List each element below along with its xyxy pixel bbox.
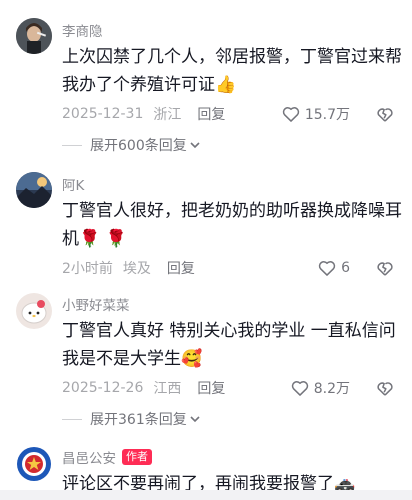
like-button[interactable]: 6: [317, 258, 350, 278]
reply-button[interactable]: 回复: [197, 104, 225, 124]
username[interactable]: 昌邑公安: [62, 447, 116, 467]
broken-heart-icon[interactable]: [374, 104, 396, 124]
comment-body: 丁警官人真好 特别关心我的学业 一直私信问我是不是大学生: [62, 321, 396, 369]
landscape-avatar-icon: [16, 172, 52, 208]
username[interactable]: 阿K: [62, 174, 84, 194]
police-badge-avatar-icon: [16, 446, 52, 482]
reply-button[interactable]: 回复: [167, 258, 195, 278]
like-count: 15.7万: [304, 107, 350, 123]
comment-text[interactable]: 丁警官人真好 特别关心我的学业 一直私信问我是不是大学生🥰: [62, 317, 407, 373]
bottom-bar: [0, 490, 412, 500]
broken-heart-icon[interactable]: [374, 378, 396, 398]
avatar[interactable]: [16, 18, 52, 54]
comment-location: 埃及: [122, 261, 151, 277]
heart-icon: [282, 107, 300, 122]
divider: [62, 418, 82, 420]
like-button[interactable]: 15.7万: [281, 104, 350, 124]
like-button[interactable]: 8.2万: [290, 378, 350, 398]
heart-icon: [291, 381, 308, 396]
reply-button[interactable]: 回复: [197, 378, 225, 398]
broken-heart-icon[interactable]: [374, 258, 396, 278]
chevron-down-icon: [190, 416, 200, 423]
user-row: 阿K: [62, 174, 84, 194]
comment-date: 2小时前: [62, 261, 113, 277]
avatar[interactable]: [16, 172, 52, 208]
smiling-face-emoji-icon: 🥰: [181, 349, 203, 369]
cartoon-cat-avatar-icon: [16, 293, 52, 329]
comment-meta: 2025-12-26 江西 回复: [62, 377, 402, 399]
comment-text[interactable]: 上次囚禁了几个人，邻居报警，丁警官过来帮我办了个养殖许可证👍: [62, 43, 407, 99]
user-row: 昌邑公安 作者: [62, 447, 152, 467]
thumbs-up-emoji-icon: 👍: [215, 75, 237, 95]
expand-replies-label: 展开361条回复: [90, 412, 187, 428]
avatar[interactable]: [16, 446, 52, 482]
user-row: 小野好菜菜: [62, 294, 130, 314]
person-avatar-icon: [16, 18, 52, 54]
comment-text[interactable]: 丁警官人很好，把老奶奶的助听器换成降噪耳机🌹 🌹: [62, 197, 407, 253]
comment-meta: 2025-12-31 浙江 回复: [62, 103, 402, 125]
divider: [62, 144, 82, 146]
comment-location: 江西: [153, 381, 182, 397]
comment-date: 2025-12-31: [62, 106, 144, 122]
username[interactable]: 小野好菜菜: [62, 294, 130, 314]
rose-emoji-icon: 🌹 🌹: [79, 229, 127, 249]
comment-location: 浙江: [153, 107, 182, 123]
author-badge: 作者: [122, 449, 152, 465]
comment-date: 2025-12-26: [62, 380, 144, 396]
username[interactable]: 李商隐: [62, 20, 103, 40]
like-count: 6: [341, 260, 350, 276]
user-row: 李商隐: [62, 20, 103, 40]
avatar[interactable]: [16, 293, 52, 329]
expand-replies-label: 展开600条回复: [90, 138, 187, 154]
like-count: 8.2万: [313, 381, 350, 397]
expand-replies[interactable]: 展开600条回复: [62, 135, 201, 155]
chevron-down-icon: [190, 142, 200, 149]
comment-meta: 2小时前 埃及 回复: [62, 257, 402, 279]
expand-replies[interactable]: 展开361条回复: [62, 409, 201, 429]
heart-icon: [318, 261, 336, 276]
